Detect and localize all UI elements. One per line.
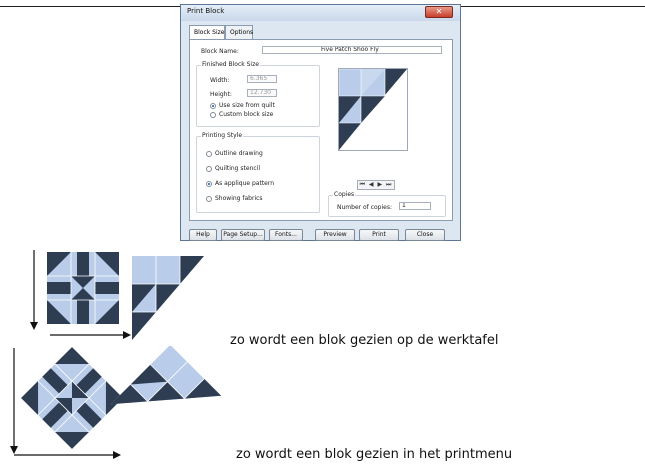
preview-block-image	[338, 68, 408, 151]
printing-style-title: Printing Style	[201, 132, 244, 139]
custom-block-size-label: Custom block size	[219, 111, 274, 118]
close-button[interactable]: Close	[405, 229, 445, 241]
help-button[interactable]: Help	[189, 229, 217, 241]
rotated-full-block	[21, 347, 123, 449]
close-icon[interactable]: ✕	[425, 6, 453, 18]
finished-size-title: Finished Block Size	[201, 61, 260, 68]
printmenu-illustration	[10, 346, 222, 459]
block-name-label: Block Name:	[201, 48, 239, 55]
copies-title: Copies	[333, 191, 356, 198]
block-name-value: Five Patch Shoo Fly	[321, 46, 379, 53]
block-preview	[338, 68, 408, 151]
width-field[interactable]: 6.365	[247, 75, 277, 83]
fonts-button[interactable]: Fonts...	[269, 229, 303, 241]
preview-button[interactable]: Preview	[315, 229, 355, 241]
outline-drawing-radio[interactable]	[206, 151, 212, 157]
title-bar: Print Block ✕	[181, 5, 460, 21]
quilting-stencil-label: Quilting stencil	[215, 165, 261, 172]
print-block-dialog: Print Block ✕ Block Size Options Block N…	[180, 4, 461, 241]
caption-printmenu: zo wordt een blok gezien in het printmen…	[236, 447, 513, 462]
copies-group: Copies Number of copies: 1	[328, 191, 446, 217]
half-quilt-block	[132, 256, 204, 340]
quilting-stencil-radio[interactable]	[206, 166, 212, 172]
rotated-half-block	[110, 346, 222, 405]
print-button[interactable]: Print	[359, 229, 399, 241]
printing-style-group: Printing Style Outline drawing Quilting …	[196, 132, 320, 213]
page-navigation[interactable]: ⏮ ◀ ▶ ⏭	[357, 180, 395, 190]
showing-fabrics-label: Showing fabrics	[215, 195, 263, 202]
custom-block-size-radio[interactable]	[210, 112, 216, 118]
copies-field[interactable]: 1	[399, 202, 431, 210]
caption-worktable: zo wordt een blok gezien op de werktafel	[230, 333, 499, 348]
width-label: Width:	[210, 77, 230, 84]
tab-options[interactable]: Options	[225, 25, 253, 39]
page-setup-button[interactable]: Page Setup...	[221, 229, 265, 241]
outline-drawing-label: Outline drawing	[215, 150, 263, 157]
dialog-title: Print Block	[187, 7, 225, 15]
full-quilt-block	[47, 252, 119, 324]
tab-block-size[interactable]: Block Size	[189, 25, 225, 40]
applique-pattern-radio[interactable]	[206, 181, 212, 187]
finished-size-group: Finished Block Size Width: 6.365 Height:…	[196, 61, 320, 127]
block-size-panel: Block Name: Five Patch Shoo Fly Finished…	[189, 39, 453, 221]
use-size-from-quilt-label: Use size from quilt	[219, 102, 275, 109]
copies-label: Number of copies:	[337, 204, 392, 211]
block-name-field[interactable]: Five Patch Shoo Fly	[262, 46, 442, 54]
showing-fabrics-radio[interactable]	[206, 196, 212, 202]
use-size-from-quilt-radio[interactable]	[210, 103, 216, 109]
height-field[interactable]: 12.730	[247, 89, 277, 97]
worktable-illustration	[30, 250, 204, 340]
height-label: Height:	[210, 91, 232, 98]
applique-pattern-label: As applique pattern	[215, 180, 275, 187]
